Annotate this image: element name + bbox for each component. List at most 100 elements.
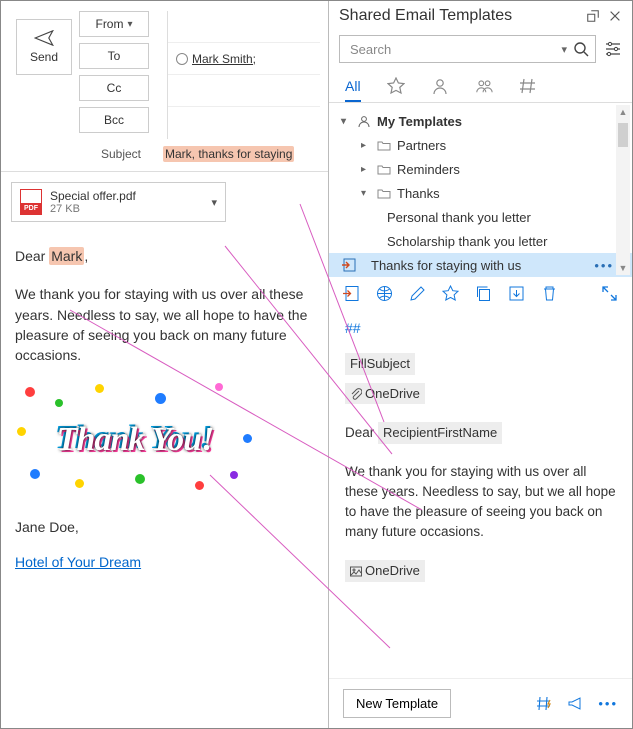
twisty-closed-icon: ▸ bbox=[361, 140, 371, 151]
tab-team[interactable] bbox=[475, 71, 493, 102]
send-icon bbox=[34, 30, 54, 46]
tree-folder-partners[interactable]: ▸ Partners bbox=[329, 133, 632, 157]
from-button[interactable]: From ▾ bbox=[79, 11, 149, 37]
cc-label: Cc bbox=[107, 81, 122, 95]
folder-label: Reminders bbox=[397, 162, 460, 177]
paperclip-icon bbox=[350, 388, 362, 400]
copy-icon[interactable] bbox=[475, 285, 492, 302]
folder-label: Partners bbox=[397, 138, 446, 153]
twisty-open-icon: ▾ bbox=[341, 116, 351, 127]
scroll-thumb[interactable] bbox=[618, 123, 628, 147]
tab-person[interactable] bbox=[431, 71, 449, 102]
signature-name: Jane Doe, bbox=[15, 517, 314, 537]
chip-label: OneDrive bbox=[365, 386, 420, 401]
tree-folder-thanks[interactable]: ▾ Thanks bbox=[329, 181, 632, 205]
tree-folder-reminders[interactable]: ▸ Reminders bbox=[329, 157, 632, 181]
item-label: Personal thank you letter bbox=[387, 210, 531, 225]
field-values-column: Mark Smith; bbox=[167, 11, 320, 139]
edit-icon[interactable] bbox=[409, 285, 426, 302]
compose-pane: Send From ▾ To Cc Bcc bbox=[1, 1, 329, 728]
globe-icon[interactable] bbox=[376, 285, 393, 302]
tree-item-personal[interactable]: Personal thank you letter bbox=[329, 205, 632, 229]
to-button[interactable]: To bbox=[79, 43, 149, 69]
bcc-button[interactable]: Bcc bbox=[79, 107, 149, 133]
attachment-chevron-icon[interactable]: ▾ bbox=[211, 196, 217, 209]
tree-item-thanks-selected[interactable]: Thanks for staying with us ••• bbox=[329, 253, 632, 277]
compose-header: Send From ▾ To Cc Bcc bbox=[1, 1, 328, 139]
tree-root-my-templates[interactable]: ▾ My Templates bbox=[329, 109, 632, 133]
person-icon bbox=[431, 77, 449, 95]
item-label: Scholarship thank you letter bbox=[387, 234, 547, 249]
scroll-down-icon[interactable]: ▼ bbox=[616, 261, 630, 275]
signature-link[interactable]: Hotel of Your Dream bbox=[15, 554, 141, 570]
greeting-name: Mark bbox=[49, 247, 84, 265]
people-icon bbox=[475, 77, 493, 95]
scrollbar[interactable]: ▲ ▼ bbox=[616, 105, 630, 275]
recipient-radio-icon bbox=[176, 53, 188, 65]
star-outline-icon[interactable] bbox=[442, 285, 459, 302]
person-small-icon bbox=[357, 114, 371, 128]
cc-value[interactable] bbox=[168, 75, 320, 107]
expand-icon[interactable] bbox=[601, 285, 618, 302]
templates-panel: Shared Email Templates Search ▾ All bbox=[329, 1, 632, 728]
compose-body[interactable]: Dear Mark, We thank you for staying with… bbox=[1, 222, 328, 728]
insert-template-icon bbox=[341, 257, 357, 273]
bcc-label: Bcc bbox=[104, 113, 124, 127]
preview-dear: Dear bbox=[345, 425, 374, 440]
chip-label: RecipientFirstName bbox=[383, 425, 497, 440]
tab-all-label: All bbox=[345, 78, 361, 94]
insert-icon[interactable] bbox=[343, 285, 360, 302]
template-preview: ## FillSubject OneDrive Dear RecipientFi… bbox=[329, 310, 632, 678]
tab-all[interactable]: All bbox=[345, 71, 361, 102]
subject-field[interactable]: Mark, thanks for staying bbox=[159, 145, 320, 163]
chip-label: FillSubject bbox=[350, 356, 410, 371]
image-icon bbox=[350, 566, 362, 578]
to-value-cell[interactable]: Mark Smith; bbox=[168, 43, 320, 75]
chip-label: OneDrive bbox=[365, 563, 420, 578]
body-paragraph: We thank you for staying with us over al… bbox=[15, 284, 314, 365]
fillsubject-chip: FillSubject bbox=[345, 353, 415, 375]
attachment-name: Special offer.pdf bbox=[50, 189, 203, 203]
close-icon[interactable] bbox=[608, 9, 622, 23]
twisty-open-icon: ▾ bbox=[361, 188, 371, 199]
subject-row: Subject Mark, thanks for staying bbox=[1, 139, 328, 172]
panel-footer: New Template ••• bbox=[329, 678, 632, 728]
cc-button[interactable]: Cc bbox=[79, 75, 149, 101]
to-label: To bbox=[108, 49, 121, 63]
tab-tags[interactable] bbox=[519, 71, 537, 102]
tab-favorites[interactable] bbox=[387, 71, 405, 102]
to-recipient[interactable]: Mark Smith; bbox=[192, 52, 256, 66]
chevron-down-icon: ▾ bbox=[127, 19, 132, 30]
new-template-button[interactable]: New Template bbox=[343, 689, 451, 718]
popout-icon[interactable] bbox=[586, 9, 600, 23]
attachment-chip[interactable]: Special offer.pdf 27 KB ▾ bbox=[11, 182, 226, 222]
announce-icon[interactable] bbox=[567, 695, 584, 712]
item-label: Thanks for staying with us bbox=[371, 258, 521, 273]
hash-bolt-icon[interactable] bbox=[536, 695, 553, 712]
search-input[interactable]: Search ▾ bbox=[339, 35, 596, 63]
scroll-up-icon[interactable]: ▲ bbox=[616, 105, 630, 119]
bcc-value[interactable] bbox=[168, 107, 320, 139]
greeting-prefix: Dear bbox=[15, 248, 49, 264]
footer-more-icon[interactable]: ••• bbox=[598, 696, 618, 711]
folder-label: Thanks bbox=[397, 186, 440, 201]
item-more-icon[interactable]: ••• bbox=[594, 258, 614, 273]
send-button[interactable]: Send bbox=[16, 19, 72, 75]
search-chevron-icon[interactable]: ▾ bbox=[561, 43, 567, 56]
folder-open-icon bbox=[377, 186, 391, 200]
from-value[interactable] bbox=[168, 11, 320, 43]
app-root: Send From ▾ To Cc Bcc bbox=[0, 0, 633, 729]
trash-icon[interactable] bbox=[541, 285, 558, 302]
tree-root-label: My Templates bbox=[377, 114, 462, 129]
search-icon[interactable] bbox=[573, 41, 589, 57]
tree-item-scholarship[interactable]: Scholarship thank you letter bbox=[329, 229, 632, 253]
attachment-text: Special offer.pdf 27 KB bbox=[50, 189, 203, 215]
from-label: From bbox=[95, 17, 123, 31]
greeting-suffix: , bbox=[84, 248, 88, 264]
filter-settings-icon[interactable] bbox=[604, 40, 622, 58]
folder-icon bbox=[377, 138, 391, 152]
download-icon[interactable] bbox=[508, 285, 525, 302]
attachment-size: 27 KB bbox=[50, 203, 203, 215]
preview-body: Dear RecipientFirstName We thank you for… bbox=[345, 418, 616, 586]
preview-toolbar bbox=[329, 277, 632, 310]
